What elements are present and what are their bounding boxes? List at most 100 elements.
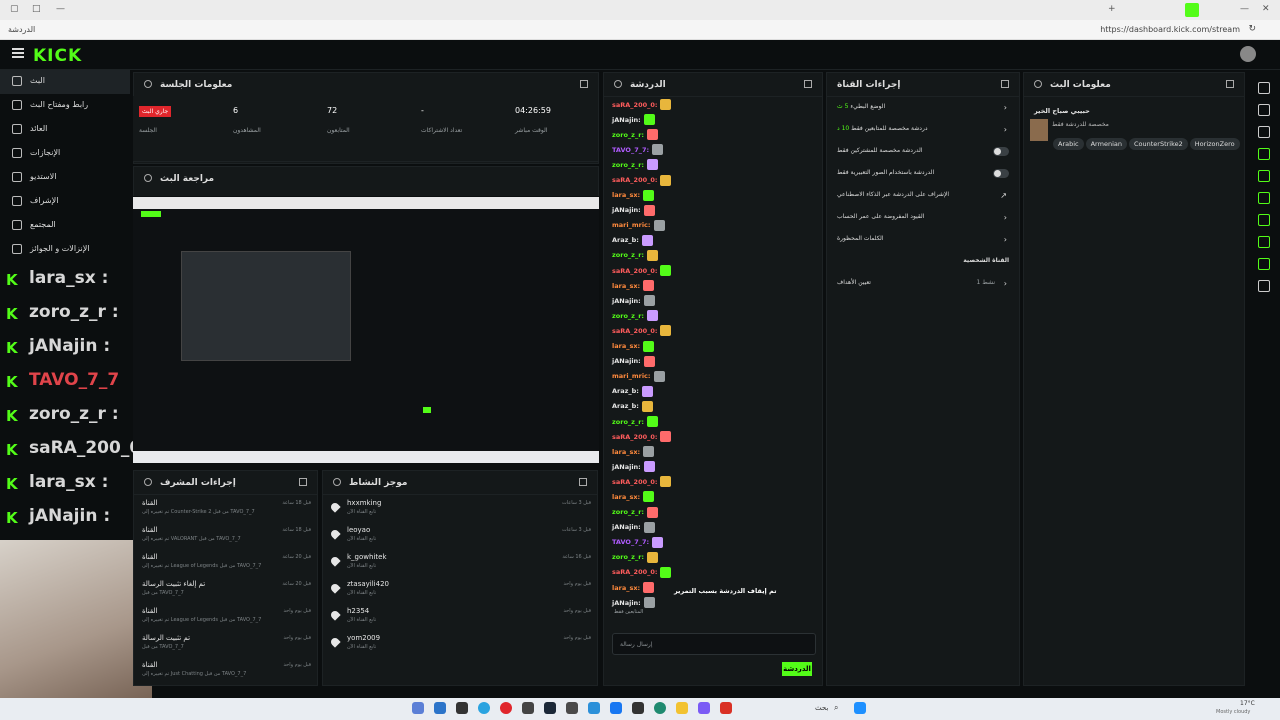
chat-username[interactable]: zoro_z_r:	[612, 508, 644, 516]
chat-username[interactable]: saRA_200_0:	[612, 267, 657, 275]
chat-messages[interactable]: saRA_200_0: jANajin: zoro_z_r: TAVO_7_7: zor…	[604, 97, 822, 657]
slow-mode-row[interactable]: الوضع البطيء 5 ث ›	[827, 97, 1019, 119]
popout-icon[interactable]	[804, 80, 812, 88]
emotes-only-row[interactable]: الدردشة باستخدام الصور التعبيرية فقط	[827, 163, 1019, 185]
ai-moderation-row[interactable]: الإشراف على الدردشة عبر الذكاء الاصطناعي…	[827, 185, 1019, 207]
chat-message[interactable]: zoro_z_r:	[604, 157, 822, 172]
chat-message[interactable]: zoro_z_r:	[604, 127, 822, 142]
app-icon[interactable]	[500, 702, 512, 714]
chat-message[interactable]: saRA_200_0:	[604, 429, 822, 444]
app-icon[interactable]	[566, 702, 578, 714]
chat-username[interactable]: lara_sx:	[612, 342, 640, 350]
window-minimize-icon[interactable]: —	[1240, 4, 1249, 14]
chat-message[interactable]: zoro_z_r:	[604, 248, 822, 263]
chat-username[interactable]: saRA_200_0:	[612, 568, 657, 576]
chat-message[interactable]: jANajin:	[604, 203, 822, 218]
chat-username[interactable]: jANajin:	[612, 206, 641, 214]
app-icon[interactable]	[434, 702, 446, 714]
popout-icon[interactable]	[1001, 80, 1009, 88]
info-icon[interactable]	[1258, 82, 1270, 94]
app-icon[interactable]	[610, 702, 622, 714]
edit-icon[interactable]	[1258, 104, 1270, 116]
app-icon[interactable]	[522, 702, 534, 714]
chat-username[interactable]: lara_sx:	[612, 191, 640, 199]
sidebar-item-revenue[interactable]: العائد	[0, 118, 130, 142]
chat-username[interactable]: jANajin:	[612, 463, 641, 471]
window-close-icon[interactable]: ✕	[1262, 4, 1270, 14]
tab-label[interactable]: الدردشة	[8, 25, 35, 34]
chat-username[interactable]: lara_sx:	[612, 493, 640, 501]
chat-username[interactable]: TAVO_7_7:	[612, 538, 649, 546]
chat-message[interactable]: zoro_z_r:	[604, 505, 822, 520]
chat-message[interactable]: jANajin:	[604, 112, 822, 127]
tag[interactable]: CounterStrike2	[1128, 138, 1188, 150]
hamburger-menu-icon[interactable]	[12, 48, 24, 58]
chat-message[interactable]: TAVO_7_7:	[604, 535, 822, 550]
users-icon[interactable]	[1258, 214, 1270, 226]
chat-username[interactable]: lara_sx:	[612, 448, 640, 456]
wrench-icon[interactable]	[1258, 258, 1270, 270]
chat-username[interactable]: saRA_200_0:	[612, 478, 657, 486]
chat-username[interactable]: zoro_z_r:	[612, 251, 644, 259]
search-icon[interactable]: ⌕	[834, 703, 838, 713]
sidebar-item-stream-key[interactable]: رابط ومفتاح البث	[0, 94, 130, 118]
popout-icon[interactable]	[1226, 80, 1234, 88]
window-icon[interactable]: □	[32, 4, 41, 14]
tag[interactable]: Armenian	[1085, 138, 1127, 150]
telegram-icon[interactable]	[478, 702, 490, 714]
chat-message[interactable]: TAVO_7_7:	[604, 142, 822, 157]
sidebar-item-community[interactable]: المجتمع	[0, 214, 130, 238]
chat-message[interactable]: zoro_z_r:	[604, 550, 822, 565]
app-icon[interactable]	[588, 702, 600, 714]
chat-message[interactable]: mari_mric:	[604, 369, 822, 384]
banned-words-row[interactable]: الكلمات المحظورة ›	[827, 229, 1019, 251]
followers-only-row[interactable]: دردشة مخصصة للمتابعين فقط 10 د ›	[827, 119, 1019, 141]
start-icon[interactable]	[854, 702, 866, 714]
subscribers-only-toggle[interactable]	[993, 147, 1009, 156]
chat-username[interactable]: zoro_z_r:	[612, 418, 644, 426]
chat-message[interactable]: saRA_200_0:	[604, 172, 822, 187]
chat-paused-notice[interactable]: تم إيقاف الدردشة بسبب التمرير	[674, 587, 777, 595]
chat-message[interactable]: saRA_200_0:	[604, 565, 822, 580]
chat-username[interactable]: mari_mric:	[612, 221, 651, 229]
avatar[interactable]	[1240, 46, 1256, 62]
chat-message[interactable]: saRA_200_0:	[604, 263, 822, 278]
chat-username[interactable]: zoro_z_r:	[612, 131, 644, 139]
chat-message[interactable]: mari_mric:	[604, 218, 822, 233]
app-icon[interactable]	[412, 702, 424, 714]
chat-username[interactable]: jANajin:	[612, 599, 641, 607]
app-icon[interactable]	[632, 702, 644, 714]
sidebar-item-stream[interactable]: البث	[0, 70, 130, 94]
chat-input[interactable]: إرسال رسالة	[612, 633, 816, 655]
chat-username[interactable]: zoro_z_r:	[612, 312, 644, 320]
new-tab-icon[interactable]: +	[1108, 4, 1116, 14]
chat-message[interactable]: saRA_200_0:	[604, 97, 822, 112]
chat-username[interactable]: jANajin:	[612, 357, 641, 365]
chat-username[interactable]: lara_sx:	[612, 584, 640, 592]
chat-message[interactable]: jANajin:	[604, 459, 822, 474]
chat-username[interactable]: mari_mric:	[612, 372, 651, 380]
kick-logo[interactable]: KICK	[33, 46, 82, 66]
bolt-icon[interactable]	[1258, 148, 1270, 160]
app-icon[interactable]	[720, 702, 732, 714]
chat-message[interactable]: jANajin:	[604, 354, 822, 369]
sidebar-item-achievements[interactable]: الإنجازات	[0, 142, 130, 166]
sidebar-item-drops[interactable]: الإنزالات و الجوائز	[0, 238, 130, 262]
list-icon[interactable]	[1258, 236, 1270, 248]
subscribers-only-row[interactable]: الدردشة مخصصة للمشتركين فقط	[827, 141, 1019, 163]
chat-username[interactable]: Araz_b:	[612, 402, 639, 410]
chat-username[interactable]: jANajin:	[612, 116, 641, 124]
popout-icon[interactable]	[299, 478, 307, 486]
browser-icon[interactable]	[654, 702, 666, 714]
chat-message[interactable]: Araz_b:	[604, 384, 822, 399]
chat-username[interactable]: saRA_200_0:	[612, 433, 657, 441]
chat-username[interactable]: jANajin:	[612, 297, 641, 305]
address-bar[interactable]: الدردشة https://dashboard.kick.com/strea…	[0, 20, 1280, 40]
popout-icon[interactable]	[579, 478, 587, 486]
app-icon[interactable]	[456, 702, 468, 714]
chat-username[interactable]: jANajin:	[612, 523, 641, 531]
account-age-row[interactable]: القيود المفروضة على عمر الحساب ›	[827, 207, 1019, 229]
sidebar-item-moderation[interactable]: الإشراف	[0, 190, 130, 214]
tag[interactable]: Arabic	[1053, 138, 1084, 150]
chat-message[interactable]: jANajin:	[604, 293, 822, 308]
